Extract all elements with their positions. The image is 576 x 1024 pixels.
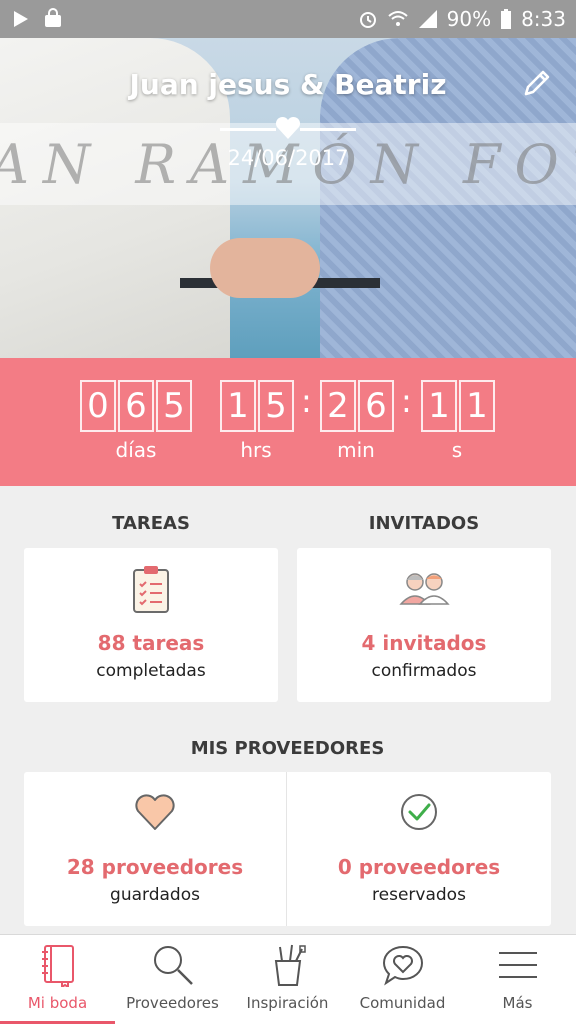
- tasks-card[interactable]: 88 tareas completadas: [24, 548, 278, 702]
- nav-mi-boda[interactable]: Mi boda: [0, 935, 115, 1024]
- countdown-digit: 1: [220, 380, 256, 432]
- countdown-label-days: días: [115, 438, 157, 462]
- nav-label: Más: [502, 994, 533, 1012]
- countdown-digit: 6: [118, 380, 154, 432]
- countdown-digit: 6: [358, 380, 394, 432]
- guests-heading: INVITADOS: [368, 513, 480, 534]
- heart-icon: [135, 794, 175, 830]
- wedding-date: 24/06/2017: [227, 146, 349, 170]
- guests-icon: [399, 573, 450, 605]
- guests-card[interactable]: 4 invitados confirmados: [297, 548, 551, 702]
- notebook-icon: [41, 945, 74, 987]
- battery-percent: 90%: [446, 7, 492, 31]
- tasks-count: 88 tareas: [97, 631, 205, 655]
- tasks-sub: completadas: [96, 661, 206, 681]
- providers-booked-sub: reservados: [372, 885, 466, 905]
- status-bar: 90% 8:33: [0, 0, 576, 38]
- photo-hands: [210, 238, 320, 298]
- countdown: 0 6 5 1 5 : 2 6 : 1 1 días hrs min s: [0, 358, 576, 486]
- providers-saved-sub: guardados: [110, 885, 200, 905]
- nav-label: Inspiración: [246, 994, 329, 1012]
- guests-count: 4 invitados: [361, 631, 487, 655]
- countdown-label-hours: hrs: [240, 438, 272, 462]
- countdown-separator: :: [401, 382, 412, 420]
- providers-saved-count: 28 proveedores: [66, 855, 244, 879]
- countdown-digit: 5: [156, 380, 192, 432]
- providers-card: 28 proveedores guardados 0 proveedores r…: [24, 772, 551, 926]
- countdown-digit: 5: [258, 380, 294, 432]
- nav-label: Comunidad: [359, 994, 446, 1012]
- bottom-nav: Mi boda Proveedores Inspiración Comunida…: [0, 934, 576, 1024]
- check-circle-icon: [401, 794, 437, 830]
- play-store-icon: [14, 11, 28, 27]
- countdown-digit: 2: [320, 380, 356, 432]
- pencil-cup-icon: [274, 944, 306, 986]
- heart-icon: [275, 116, 301, 139]
- couple-names: Juan jesus & Beatriz: [129, 68, 447, 101]
- tasks-heading: TAREAS: [112, 513, 190, 534]
- nav-label: Proveedores: [126, 994, 219, 1012]
- menu-icon: [498, 952, 537, 978]
- nav-mas[interactable]: Más: [460, 935, 575, 1024]
- battery-icon: [501, 9, 512, 29]
- edit-icon[interactable]: [520, 66, 554, 100]
- search-icon: [153, 946, 193, 985]
- countdown-digit: 1: [421, 380, 457, 432]
- nav-comunidad[interactable]: Comunidad: [345, 935, 460, 1024]
- guests-sub: confirmados: [371, 661, 477, 681]
- countdown-label-seconds: s: [451, 438, 463, 462]
- signal-icon: [418, 10, 437, 28]
- clipboard-icon: [133, 566, 169, 613]
- countdown-label-minutes: min: [337, 438, 375, 462]
- shopping-bag-icon: [45, 8, 61, 27]
- wifi-icon: [387, 11, 408, 26]
- countdown-digit: 0: [80, 380, 116, 432]
- nav-label: Mi boda: [27, 994, 88, 1012]
- hero-photo: AN RAMÓN FOTÓGI Juan jesus & Beatriz 24/…: [0, 38, 576, 358]
- clock: 8:33: [521, 7, 566, 31]
- alarm-icon: [359, 12, 376, 28]
- providers-booked-count: 0 proveedores: [337, 855, 501, 879]
- providers-saved[interactable]: 28 proveedores guardados: [24, 772, 286, 926]
- chat-heart-icon: [382, 945, 423, 986]
- providers-heading: MIS PROVEEDORES: [190, 738, 385, 759]
- countdown-separator: :: [301, 382, 312, 420]
- nav-proveedores[interactable]: Proveedores: [115, 935, 230, 1024]
- nav-inspiracion[interactable]: Inspiración: [230, 935, 345, 1024]
- countdown-digit: 1: [459, 380, 495, 432]
- providers-booked[interactable]: 0 proveedores reservados: [287, 772, 551, 926]
- heart-divider: [220, 116, 356, 140]
